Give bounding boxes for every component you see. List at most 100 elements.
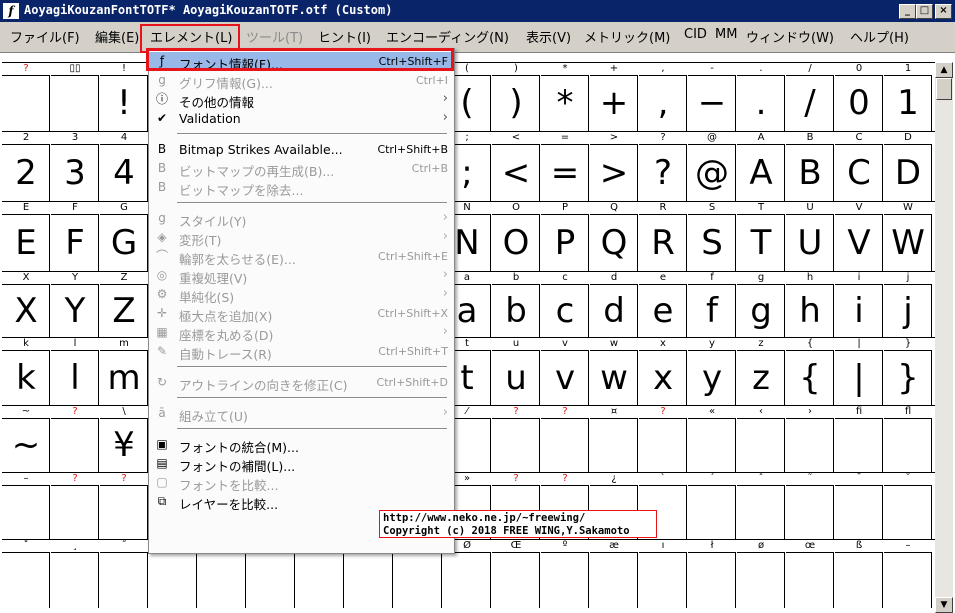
glyph-cell[interactable]: 22 [2, 131, 50, 201]
glyph-cell[interactable]: * * [541, 62, 589, 131]
glyph-cell[interactable]: º [541, 539, 589, 608]
glyph-cell[interactable]: + + [590, 62, 638, 131]
element-menu-item[interactable]: B ビットマップの再生成(B)... Ctrl+B [149, 159, 454, 179]
element-menu-item[interactable]: ◎ 重複処理(V) › [149, 266, 454, 286]
menu-metrics[interactable]: メトリック(M) [584, 27, 670, 46]
glyph-cell[interactable]: PP [541, 201, 589, 271]
glyph-cell[interactable]: ll [51, 337, 99, 405]
glyph-cell[interactable]: – [2, 472, 50, 539]
scroll-thumb[interactable] [936, 78, 952, 100]
element-menu-item[interactable]: ▦ 座標を丸める(D) › [149, 323, 454, 343]
glyph-cell[interactable]: ˘ [884, 472, 932, 539]
menu-file[interactable]: ファイル(F) [10, 27, 80, 46]
glyph-cell[interactable]: CC [835, 131, 883, 201]
glyph-cell[interactable]: ‹ [737, 405, 785, 472]
glyph-cell[interactable]: ¤ [590, 405, 638, 472]
glyph-cell[interactable]: AA [737, 131, 785, 201]
element-menu-item[interactable]: g スタイル(Y) › [149, 209, 454, 229]
glyph-cell[interactable]: ZZ [100, 271, 148, 337]
glyph-cell[interactable]: ? [100, 472, 148, 539]
glyph-cell[interactable]: FF [51, 201, 99, 271]
glyph-cell[interactable]: GG [100, 201, 148, 271]
element-menu-item[interactable]: ⌒ 輪郭を太らせる(E)... Ctrl+Shift+E [149, 247, 454, 267]
glyph-cell[interactable]: XX [2, 271, 50, 337]
element-menu-item[interactable]: ✔ Validation › [149, 109, 454, 128]
glyph-cell[interactable]: zz [737, 337, 785, 405]
glyph-cell[interactable]: OO [492, 201, 540, 271]
menu-view[interactable]: 表示(V) [526, 27, 571, 46]
scroll-up-icon[interactable]: ▲ [935, 62, 953, 78]
glyph-cell[interactable]: ˝ [100, 539, 148, 608]
glyph-cell[interactable]: 11 [884, 62, 932, 131]
glyph-cell[interactable]: ¸ [51, 539, 99, 608]
element-menu-item[interactable]: ▢ フォントを比較... [149, 473, 454, 493]
element-menu-item[interactable]: ▤ フォントの補間(L)... [149, 454, 454, 474]
glyph-cell[interactable]: DD [884, 131, 932, 201]
scroll-down-icon[interactable]: ▼ [935, 597, 953, 613]
glyph-cell[interactable]: ~ ~ [2, 405, 50, 472]
glyph-cell[interactable]: ,, [639, 62, 687, 131]
glyph-cell[interactable]: SS [688, 201, 736, 271]
element-menu-item[interactable]: ◈ 変形(T) › [149, 228, 454, 248]
glyph-cell[interactable]: 00 [835, 62, 883, 131]
glyph-cell[interactable]: fi [835, 405, 883, 472]
glyph-cell[interactable]: )) [492, 62, 540, 131]
glyph-cell[interactable]: Œ [492, 539, 540, 608]
glyph-cell[interactable]: ee [639, 271, 687, 337]
glyph-cell[interactable]: ? [2, 62, 50, 131]
glyph-cell[interactable]: > > [590, 131, 638, 201]
element-menu-item[interactable]: ⧉ レイヤーを比較... [149, 492, 454, 512]
glyph-cell[interactable]: › [786, 405, 834, 472]
glyph-cell[interactable]: bb [492, 271, 540, 337]
menu-edit[interactable]: 編集(E) [95, 27, 139, 46]
menu-tools[interactable]: ツール(T) [246, 27, 303, 46]
menu-help[interactable]: ヘルプ(H) [850, 27, 909, 46]
glyph-cell[interactable]: ˜ [786, 472, 834, 539]
app-icon[interactable]: f [3, 3, 19, 19]
glyph-cell[interactable]: ˆ [737, 472, 785, 539]
glyph-cell[interactable]: dd [590, 271, 638, 337]
glyph-cell[interactable]: - − [688, 62, 736, 131]
glyph-cell[interactable]: jj [884, 271, 932, 337]
element-menu-item[interactable]: ↻ アウトラインの向きを修正(C) Ctrl+Shift+D [149, 373, 454, 393]
glyph-cell[interactable]: ´ [688, 472, 736, 539]
glyph-cell[interactable]: uu [492, 337, 540, 405]
glyph-cell[interactable]: EE [2, 201, 50, 271]
glyph-cell[interactable]: ? [492, 405, 540, 472]
element-menu-item[interactable]: g グリフ情報(G)... Ctrl+I [149, 71, 454, 91]
glyph-cell[interactable]: kk [2, 337, 50, 405]
glyph-cell[interactable]: œ [786, 539, 834, 608]
glyph-cell[interactable]: cc [541, 271, 589, 337]
element-menu-item[interactable]: ā 組み立て(U) › [149, 404, 454, 424]
glyph-cell[interactable]: WW [884, 201, 932, 271]
glyph-cell[interactable]: æ [590, 539, 638, 608]
glyph-cell[interactable]: = = [541, 131, 589, 201]
element-menu-item[interactable]: B Bitmap Strikes Available... Ctrl+Shift+B [149, 140, 454, 159]
element-menu-item[interactable]: ✎ 自動トレース(R) Ctrl+Shift+T [149, 342, 454, 362]
menu-cid[interactable]: CID [684, 27, 707, 42]
glyph-cell[interactable]: @ @ [688, 131, 736, 201]
element-menu-item[interactable]: ⚙ 単純化(S) › [149, 285, 454, 305]
glyph-cell[interactable]: 33 [51, 131, 99, 201]
glyph-cell[interactable]: ? [541, 405, 589, 472]
menu-hints[interactable]: ヒント(I) [318, 27, 371, 46]
glyph-cell[interactable]: QQ [590, 201, 638, 271]
glyph-cell[interactable]: ß [835, 539, 883, 608]
glyph-cell[interactable]: hh [786, 271, 834, 337]
element-menu-item[interactable]: B ビットマップを除去... [149, 178, 454, 198]
glyph-cell[interactable]: | | [835, 337, 883, 405]
glyph-cell[interactable]: ▯▯ [51, 62, 99, 131]
glyph-cell[interactable]: mm [100, 337, 148, 405]
glyph-cell[interactable]: ww [590, 337, 638, 405]
glyph-cell[interactable]: UU [786, 201, 834, 271]
maximize-button[interactable]: □ [916, 4, 933, 19]
glyph-cell[interactable]: < < [492, 131, 540, 201]
glyph-cell[interactable]: ? [639, 405, 687, 472]
glyph-cell[interactable]: }} [884, 337, 932, 405]
glyph-cell[interactable]: {{ [786, 337, 834, 405]
glyph-cell[interactable]: ? [51, 405, 99, 472]
menu-window[interactable]: ウィンドウ(W) [746, 27, 834, 46]
glyph-cell[interactable]: ı [639, 539, 687, 608]
glyph-cell[interactable]: ł [688, 539, 736, 608]
glyph-cell[interactable]: YY [51, 271, 99, 337]
